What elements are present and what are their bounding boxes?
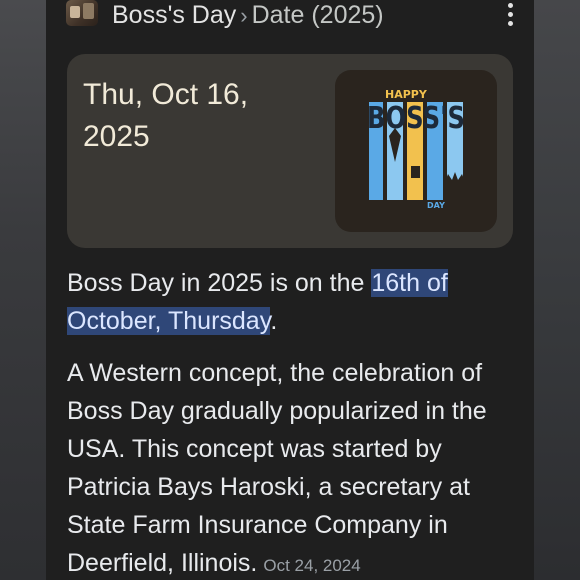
- bosses-day-logo-image[interactable]: HAPPY BOSS'S DAY: [335, 70, 497, 232]
- background-blur-left: [0, 0, 46, 580]
- logo-text-bottom: DAY: [427, 201, 445, 210]
- featured-date-card[interactable]: Thu, Oct 16, 2025 HAPPY BOSS'S DAY: [67, 54, 513, 248]
- more-options-icon[interactable]: [502, 2, 518, 28]
- answer-period: .: [270, 307, 278, 335]
- breadcrumb-separator: ›: [240, 3, 248, 28]
- logo-text-main: BOSS'S: [367, 101, 465, 136]
- bosses-day-logo-graphic: HAPPY BOSS'S DAY: [367, 88, 465, 210]
- result-snippet: A Western concept, the celebration of Bo…: [67, 354, 513, 580]
- breadcrumb-page[interactable]: Date (2025): [252, 1, 384, 29]
- featured-date-line-1: Thu, Oct 16,: [83, 78, 249, 111]
- background-blur-right: [534, 0, 580, 580]
- breadcrumb-site[interactable]: Boss's Day: [112, 1, 236, 29]
- snippet-text: A Western concept, the celebration of Bo…: [67, 359, 487, 577]
- site-favicon-icon[interactable]: [66, 0, 98, 26]
- answer-text: Boss Day in 2025 is on the: [67, 269, 372, 297]
- featured-date: Thu, Oct 16, 2025: [83, 74, 313, 158]
- breadcrumb[interactable]: Boss's Day › Date (2025): [112, 0, 384, 30]
- featured-answer: Boss Day in 2025 is on the 16th of Octob…: [67, 264, 513, 340]
- result-header: Boss's Day › Date (2025): [46, 0, 534, 32]
- featured-date-line-2: 2025: [83, 120, 150, 153]
- search-result-panel: Boss's Day › Date (2025) Thu, Oct 16, 2025…: [46, 0, 534, 580]
- snippet-date: Oct 24, 2024: [263, 556, 361, 575]
- logo-text-top: HAPPY: [385, 88, 428, 101]
